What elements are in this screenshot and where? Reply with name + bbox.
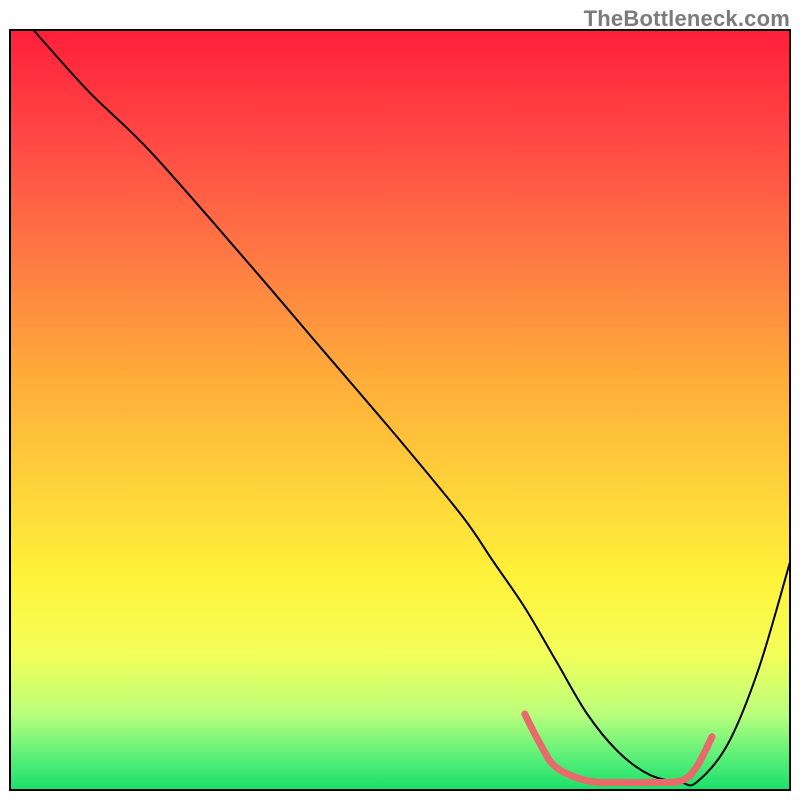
watermark-text: TheBottleneck.com bbox=[584, 6, 790, 32]
chart-container: TheBottleneck.com bbox=[0, 0, 800, 800]
bottleneck-chart bbox=[0, 0, 800, 800]
plot-background bbox=[10, 30, 790, 790]
